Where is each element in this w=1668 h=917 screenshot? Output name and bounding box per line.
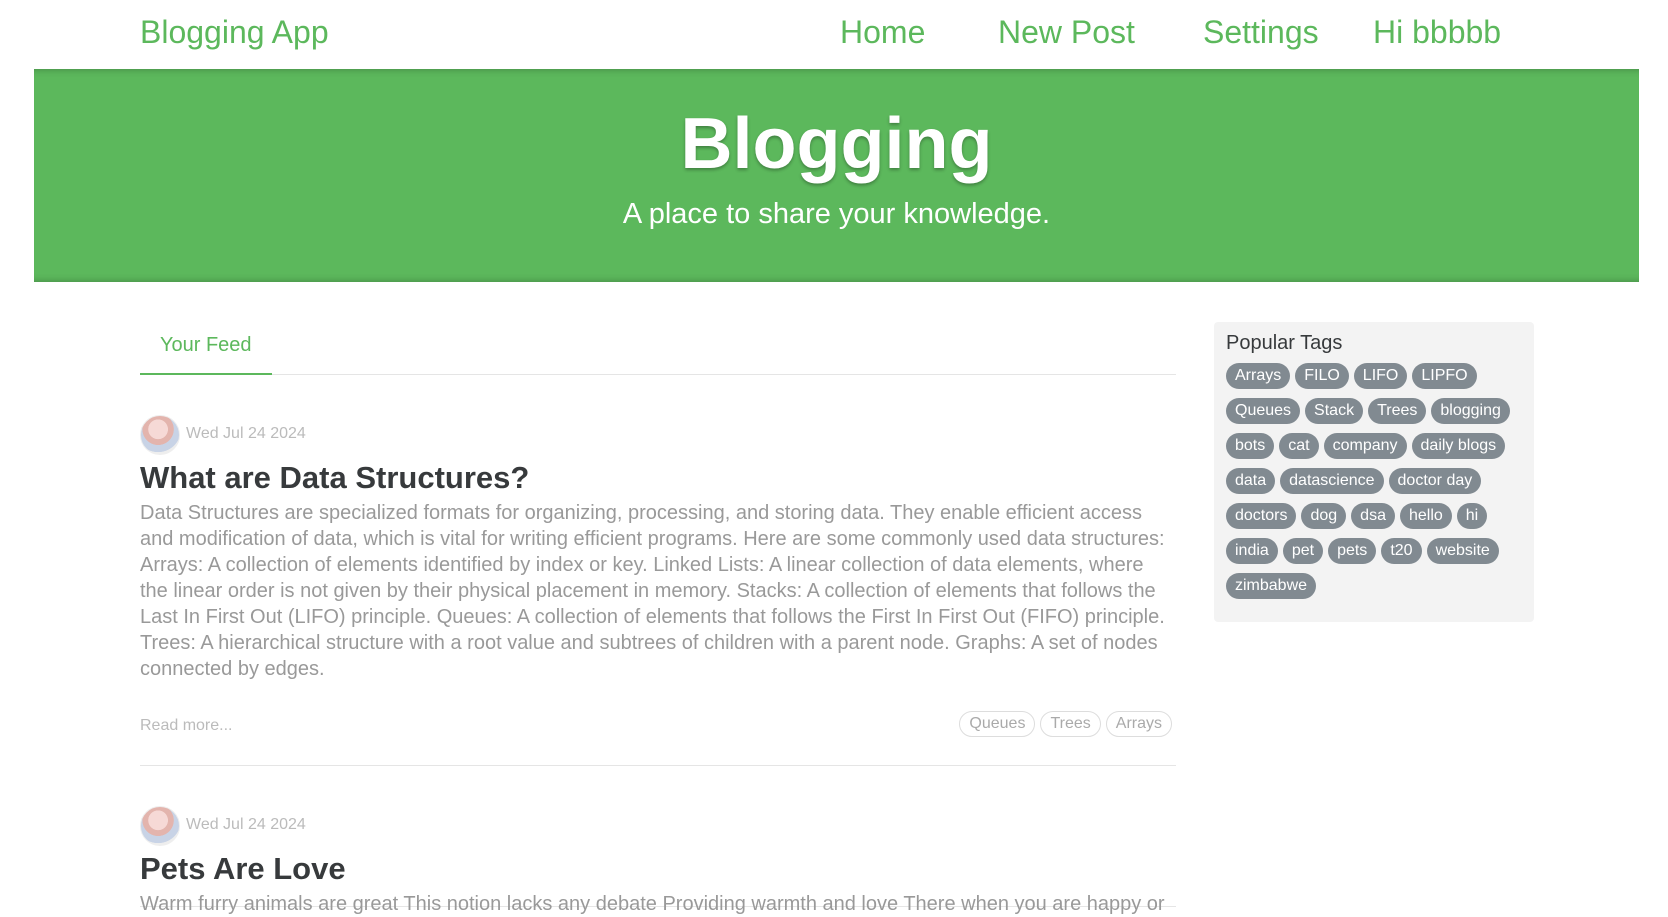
tag-pill[interactable]: FILO [1295,363,1349,389]
article-title[interactable]: What are Data Structures? [140,460,529,496]
article-tag: Trees [1040,711,1101,737]
article-date: Wed Jul 24 2024 [186,425,306,442]
tag-pill[interactable]: pets [1328,538,1377,564]
article-preview: Wed Jul 24 2024 Pets Are Love Warm furry… [140,766,1176,915]
tag-pill[interactable]: LIFO [1353,363,1408,389]
popular-tags-sidebar: Popular Tags Arrays FILO LIFO LIPFO Queu… [1214,322,1534,622]
tag-pill[interactable]: doctors [1226,503,1297,529]
tag-pill[interactable]: blogging [1431,398,1510,424]
tab-your-feed[interactable]: Your Feed [140,322,272,375]
tag-cloud: Arrays FILO LIFO LIPFO Queues Stack Tree… [1226,363,1522,599]
tag-pill[interactable]: zimbabwe [1226,573,1317,599]
tag-pill[interactable]: bots [1226,433,1275,459]
read-more-link[interactable]: Read more... [140,717,232,735]
author-avatar[interactable] [140,415,180,455]
tag-pill[interactable]: cat [1279,433,1319,459]
sidebar-title: Popular Tags [1226,332,1343,354]
tag-pill[interactable]: dsa [1351,503,1395,529]
tag-pill[interactable]: data [1226,468,1276,494]
article-title[interactable]: Pets Are Love [140,851,346,887]
article-description[interactable]: Warm furry animals are great This notion… [140,891,1176,917]
tag-pill[interactable]: LIPFO [1412,363,1477,389]
tag-pill[interactable]: Queues [1226,398,1301,424]
tag-pill[interactable]: dog [1301,503,1347,529]
article-description[interactable]: Data Structures are specialized formats … [140,500,1176,682]
nav-links: Home New Post Settings Hi bbbbb [0,14,1668,54]
tag-pill[interactable]: hi [1456,503,1488,529]
tag-pill[interactable]: company [1323,433,1407,459]
tag-pill[interactable]: Stack [1305,398,1364,424]
nav-user-profile[interactable]: Hi bbbbb [1373,14,1501,51]
tag-pill[interactable]: datascience [1280,468,1384,494]
tag-pill[interactable]: Trees [1368,398,1427,424]
tag-pill[interactable]: doctor day [1388,468,1482,494]
nav-home[interactable]: Home [840,14,925,51]
banner-title: Blogging [680,104,993,184]
feed-tabs: Your Feed [140,322,1176,375]
article-tag: Queues [959,711,1036,737]
tag-pill[interactable]: hello [1399,503,1452,529]
hero-banner: Blogging A place to share your knowledge… [34,69,1639,282]
tag-pill[interactable]: pet [1282,538,1324,564]
banner-subtitle: A place to share your knowledge. [622,198,1051,231]
author-avatar[interactable] [140,806,180,846]
navbar: Blogging App Home New Post Settings Hi b… [0,0,1668,64]
feed: Your Feed Wed Jul 24 2024 What are Data … [140,322,1176,915]
article-preview: Wed Jul 24 2024 What are Data Structures… [140,375,1176,766]
article-tag-list: Queues Trees Arrays [959,711,1172,737]
tag-pill[interactable]: t20 [1381,538,1422,564]
article-tag: Arrays [1105,711,1172,737]
nav-settings[interactable]: Settings [1203,14,1319,51]
tag-pill[interactable]: Arrays [1226,363,1291,389]
nav-new-post[interactable]: New Post [998,14,1135,51]
tag-pill[interactable]: india [1226,538,1278,564]
tag-pill[interactable]: daily blogs [1411,433,1506,459]
article-date: Wed Jul 24 2024 [186,816,306,833]
tag-pill[interactable]: website [1426,538,1499,564]
